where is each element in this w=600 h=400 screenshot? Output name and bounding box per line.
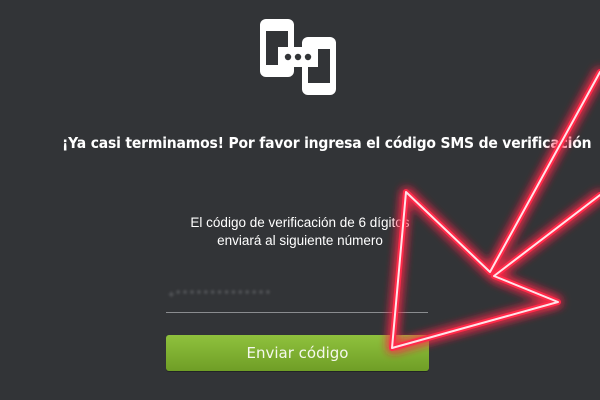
info-line-2: enviará al siguiente número <box>217 233 383 248</box>
verification-screen: ¡Ya casi terminamos! Por favor ingresa e… <box>0 0 600 400</box>
verification-info-text: El código de verificación de 6 dígitos e… <box>150 214 450 250</box>
phone-number-value: +************** <box>168 290 272 302</box>
phone-chat-logo-icon <box>260 19 336 95</box>
info-line-1: El código de verificación de 6 dígitos <box>190 215 410 230</box>
page-title: ¡Ya casi terminamos! Por favor ingresa e… <box>62 134 592 152</box>
send-code-button[interactable]: Enviar código <box>166 335 429 371</box>
phone-number-field[interactable]: +************** <box>166 286 428 313</box>
